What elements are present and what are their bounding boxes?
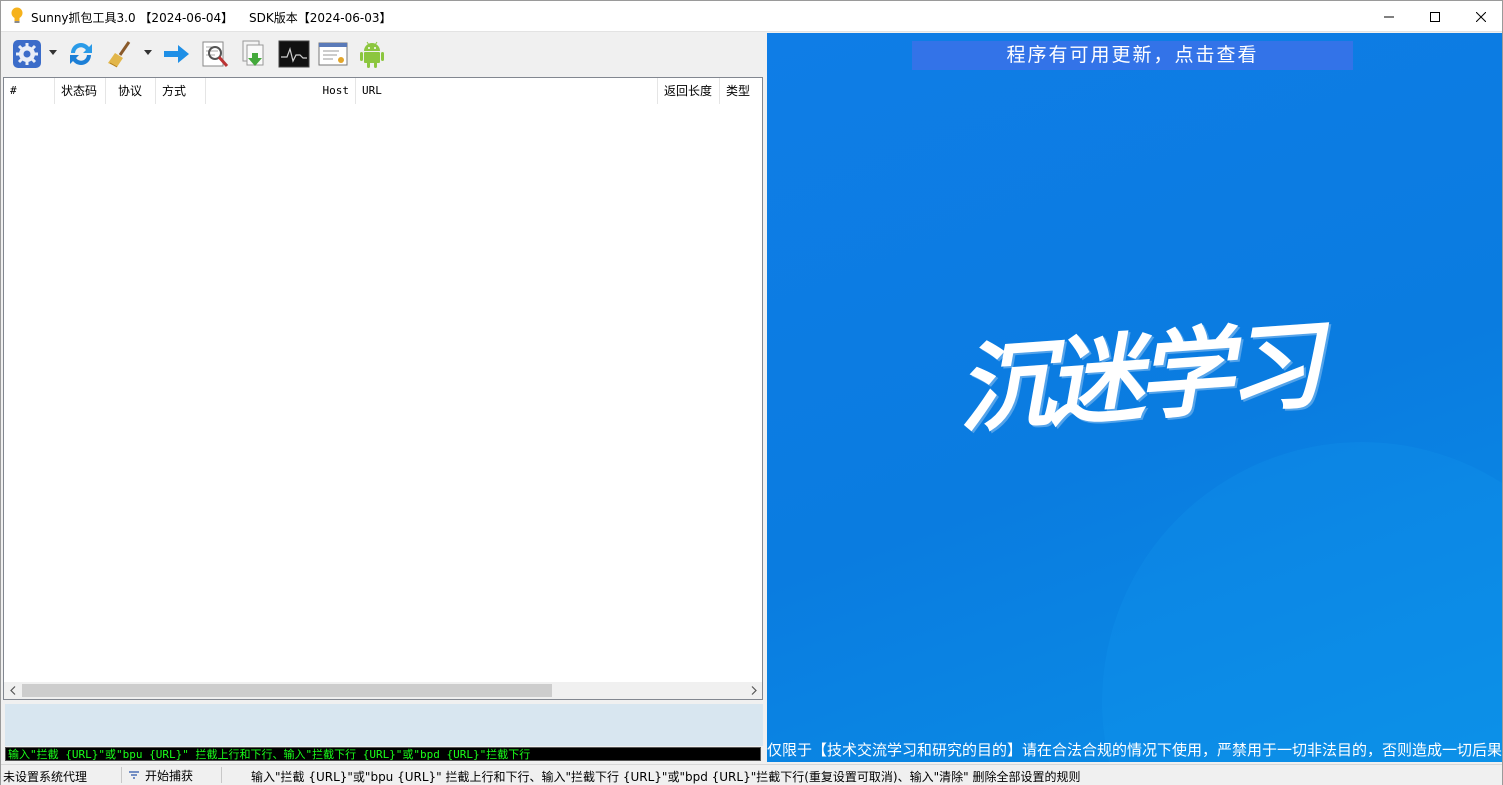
maximize-button[interactable] xyxy=(1412,1,1458,32)
column-header-url[interactable]: URL xyxy=(356,78,658,104)
brand-calligraphy: 沉迷学习 xyxy=(953,308,1321,447)
start-capture-label: 开始捕获 xyxy=(145,768,194,783)
monitor-button[interactable] xyxy=(278,37,310,71)
monitor-chart-icon xyxy=(278,40,310,68)
clear-broom-icon xyxy=(108,41,131,68)
inspect-magnifier-icon xyxy=(202,41,229,67)
android-button[interactable] xyxy=(356,37,388,71)
scroll-right-button[interactable] xyxy=(745,682,762,699)
export-icon xyxy=(242,40,264,66)
status-divider xyxy=(221,767,222,783)
export-button[interactable] xyxy=(238,37,270,71)
minimize-button[interactable] xyxy=(1366,1,1412,32)
column-header-num[interactable]: # xyxy=(4,78,55,104)
filter-icon xyxy=(129,771,139,779)
clear-dropdown-icon[interactable] xyxy=(144,50,152,56)
promo-panel: 程序有可用更新，点击查看 沉迷学习 仅限于【技术交流学习和研究的目的】请在合法合… xyxy=(767,33,1502,762)
certificate-icon xyxy=(318,42,348,66)
list-body[interactable] xyxy=(4,104,762,682)
chevron-right-icon xyxy=(751,686,757,695)
list-header: # 状态码 协议 方式 Host URL 返回长度 类型 xyxy=(4,78,762,104)
minimize-icon xyxy=(1384,16,1394,17)
chevron-left-icon xyxy=(9,686,15,695)
status-bar: 未设置系统代理 开始捕获 输入"拦截 {URL}"或"bpu {URL}" 拦截… xyxy=(1,764,1502,785)
lightbulb-icon xyxy=(11,7,23,23)
toolbar xyxy=(1,33,766,75)
refresh-icon xyxy=(70,43,92,65)
column-header-type[interactable]: 类型 xyxy=(720,78,762,104)
proxy-status[interactable]: 未设置系统代理 xyxy=(3,768,87,785)
forward-arrow-icon xyxy=(164,45,189,63)
window-title: Sunny抓包工具3.0 【2024-06-04】 xyxy=(31,11,234,25)
status-divider xyxy=(121,767,122,783)
detail-info-box xyxy=(5,704,763,746)
horizontal-scrollbar[interactable] xyxy=(4,682,762,699)
close-icon xyxy=(1476,11,1486,22)
column-header-length[interactable]: 返回长度 xyxy=(658,78,720,104)
android-icon xyxy=(360,41,384,68)
refresh-button[interactable] xyxy=(65,37,97,71)
column-header-method[interactable]: 方式 xyxy=(156,78,206,104)
title-bar: Sunny抓包工具3.0 【2024-06-04】 SDK版本【2024-06-… xyxy=(1,1,1502,32)
clear-button[interactable] xyxy=(104,37,136,71)
column-header-protocol[interactable]: 协议 xyxy=(106,78,156,104)
maximize-icon xyxy=(1430,11,1440,22)
scroll-thumb[interactable] xyxy=(22,684,552,697)
app-window: Sunny抓包工具3.0 【2024-06-04】 SDK版本【2024-06-… xyxy=(0,0,1503,785)
scroll-left-button[interactable] xyxy=(4,682,21,699)
forward-button[interactable] xyxy=(160,37,192,71)
update-banner[interactable]: 程序有可用更新，点击查看 xyxy=(912,41,1353,70)
status-hint: 输入"拦截 {URL}"或"bpu {URL}" 拦截上行和下行、输入"拦截下行… xyxy=(251,770,1081,784)
command-input[interactable]: 输入"拦截 {URL}"或"bpu {URL}" 拦截上行和下行、输入"拦截下行… xyxy=(5,747,761,761)
request-list[interactable]: # 状态码 协议 方式 Host URL 返回长度 类型 xyxy=(3,77,763,700)
start-capture-button[interactable]: 开始捕获 xyxy=(128,766,193,784)
settings-icon xyxy=(13,40,41,68)
inspect-button[interactable] xyxy=(199,37,231,71)
settings-dropdown-icon[interactable] xyxy=(49,50,57,56)
close-button[interactable] xyxy=(1458,1,1503,32)
settings-button[interactable] xyxy=(11,37,43,71)
sdk-version-label: SDK版本【2024-06-03】 xyxy=(249,11,392,25)
disclaimer-text: 仅限于【技术交流学习和研究的目的】请在合法合规的情况下使用，严禁用于一切非法目的… xyxy=(767,741,1502,759)
column-header-status[interactable]: 状态码 xyxy=(55,78,106,104)
certificate-button[interactable] xyxy=(317,37,349,71)
column-header-host[interactable]: Host xyxy=(206,78,356,104)
